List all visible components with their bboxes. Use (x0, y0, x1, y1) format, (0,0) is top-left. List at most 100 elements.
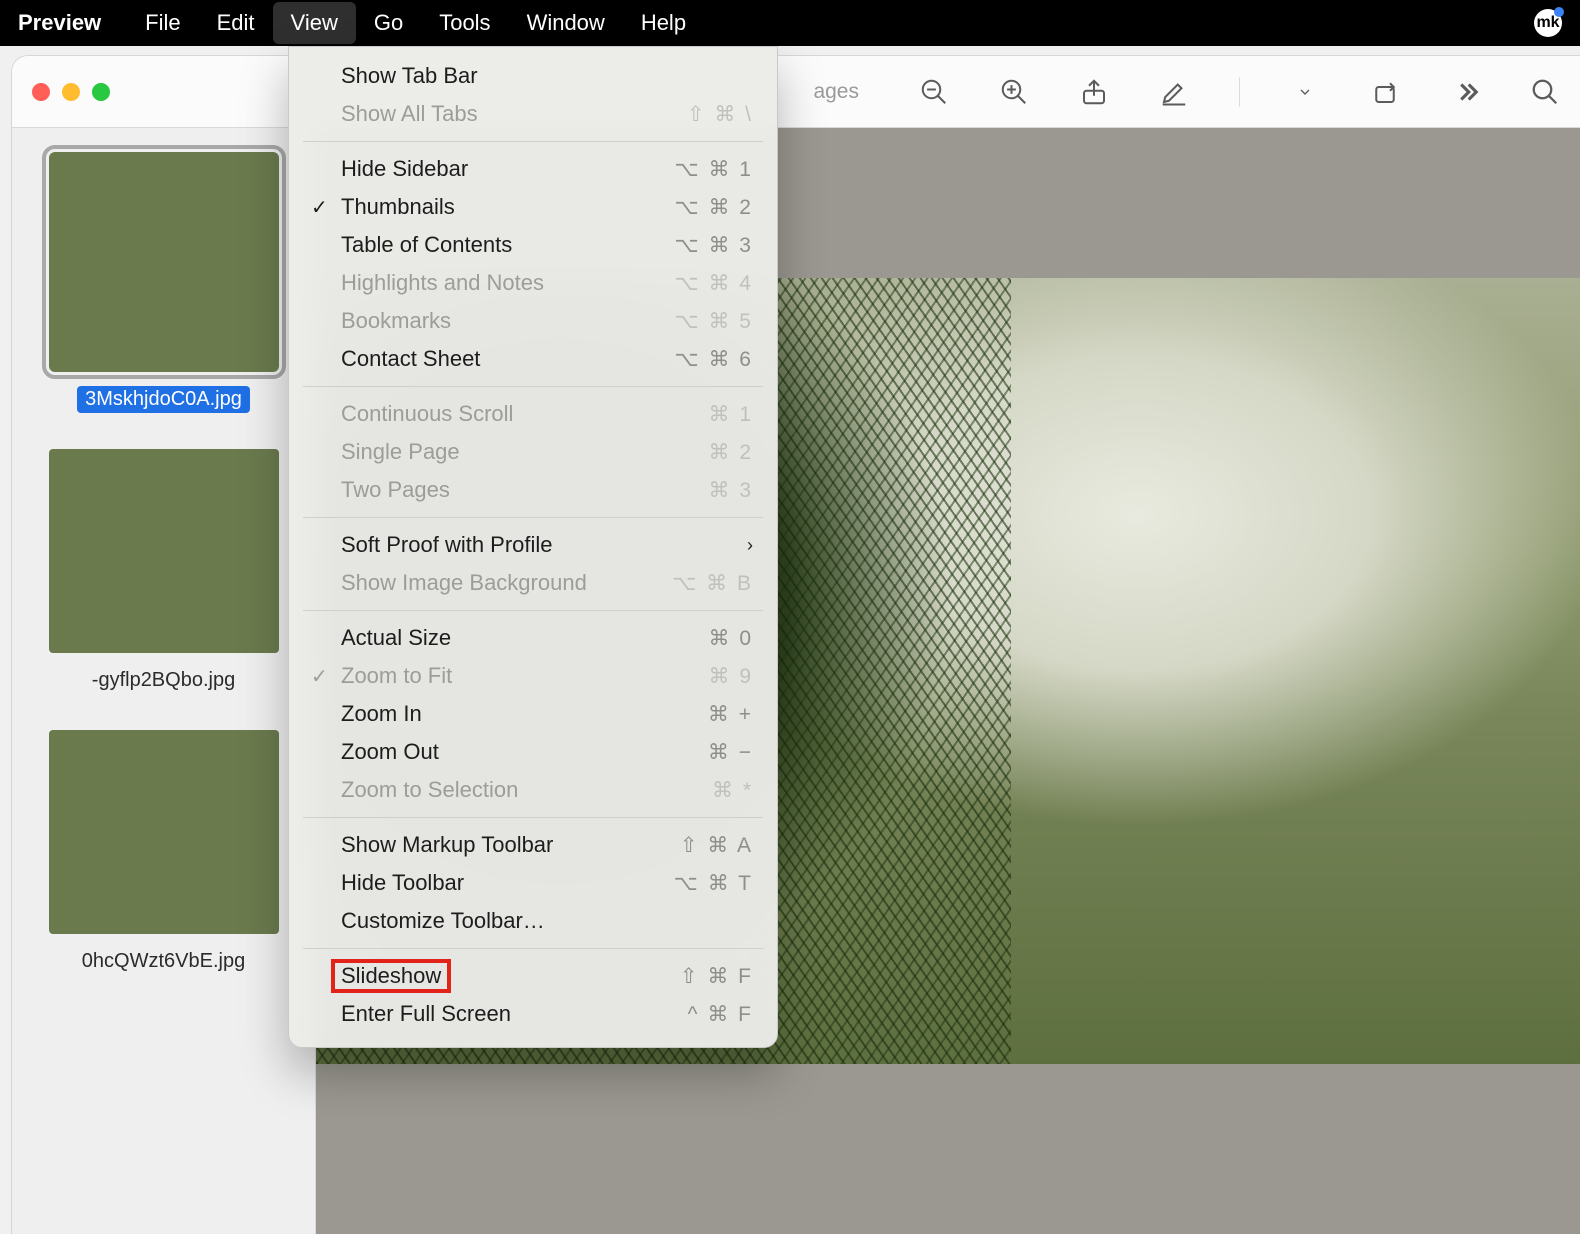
preview-window: ages (12, 56, 1580, 1234)
app-name: Preview (18, 10, 101, 36)
menu-shortcut: ⌥ ⌘ 1 (674, 157, 753, 182)
menu-option-label: Zoom to Fit (341, 663, 452, 689)
zoom-in-icon[interactable] (999, 77, 1029, 107)
menu-option-label: Zoom In (341, 701, 422, 727)
menu-separator (303, 817, 763, 818)
menu-option-label: Customize Toolbar… (341, 908, 545, 934)
menu-shortcut: ⌥ ⌘ 4 (674, 271, 753, 296)
menu-option-customize-toolbar[interactable]: Customize Toolbar… (289, 902, 777, 940)
thumbnail-image (49, 449, 279, 653)
menu-option-label: Hide Sidebar (341, 156, 468, 182)
menu-shortcut: ⌥ ⌘ 5 (674, 309, 753, 334)
minimize-window-button[interactable] (62, 83, 80, 101)
more-icon[interactable] (1450, 77, 1480, 107)
menu-option-label: Continuous Scroll (341, 401, 513, 427)
menu-option-label: Contact Sheet (341, 346, 480, 372)
menu-option-label: Enter Full Screen (341, 1001, 511, 1027)
menu-separator (303, 141, 763, 142)
menu-shortcut: ⌥ ⌘ 2 (674, 195, 753, 220)
menu-option-label: Bookmarks (341, 308, 451, 334)
menu-option-continuous-scroll: Continuous Scroll ⌘ 1 (289, 395, 777, 433)
menu-window[interactable]: Window (509, 2, 623, 44)
menu-option-bookmarks: Bookmarks ⌥ ⌘ 5 (289, 302, 777, 340)
toolbar-divider (1239, 77, 1240, 107)
zoom-out-icon[interactable] (919, 77, 949, 107)
menu-option-label: Actual Size (341, 625, 451, 651)
view-menu-dropdown: Show Tab Bar Show All Tabs⇧ ⌘ \ Hide Sideb… (288, 46, 778, 1048)
share-icon[interactable] (1079, 77, 1109, 107)
menu-separator (303, 517, 763, 518)
menu-shortcut: ⌘ − (708, 740, 753, 765)
window-subtitle: ages (813, 80, 859, 104)
menu-option-enter-full-screen[interactable]: Enter Full Screen ^ ⌘ F (289, 995, 777, 1033)
menu-file[interactable]: File (127, 2, 198, 44)
window-titlebar: ages (12, 56, 1580, 128)
thumbnail-image (49, 730, 279, 934)
thumbnail-caption: -gyflp2BQbo.jpg (84, 667, 243, 694)
chevron-right-icon: › (747, 535, 753, 556)
menu-shortcut: ⌘ 3 (708, 478, 753, 503)
menu-option-table-of-contents[interactable]: Table of Contents⌥ ⌘ 3 (289, 226, 777, 264)
menu-option-label: Two Pages (341, 477, 450, 503)
search-icon[interactable] (1530, 77, 1560, 107)
menu-option-label: Single Page (341, 439, 460, 465)
menu-option-label: Thumbnails (341, 194, 455, 220)
menu-option-contact-sheet[interactable]: Contact Sheet ⌥ ⌘ 6 (289, 340, 777, 378)
thumbnail-caption: 3MskhjdoC0A.jpg (77, 386, 250, 413)
menu-shortcut: ⌘ 0 (708, 626, 753, 651)
thumbnails-sidebar[interactable]: 3MskhjdoC0A.jpg -gyflp2BQbo.jpg 0hcQWzt6Vb… (12, 128, 316, 1234)
rotate-icon[interactable] (1370, 77, 1400, 107)
menu-option-zoom-out[interactable]: Zoom Out ⌘ − (289, 733, 777, 771)
menu-shortcut: ⇧ ⌘ F (680, 964, 753, 989)
thumbnail-image (49, 152, 279, 372)
thumbnail-item[interactable]: -gyflp2BQbo.jpg (28, 449, 299, 694)
menu-option-actual-size[interactable]: Actual Size ⌘ 0 (289, 619, 777, 657)
menu-option-single-page: Single Page ⌘ 2 (289, 433, 777, 471)
window-toolbar (919, 77, 1560, 107)
menu-items: FileEditViewGoToolsWindowHelp (127, 2, 704, 44)
thumbnail-item[interactable]: 0hcQWzt6VbE.jpg (28, 730, 299, 975)
menu-shortcut: ⌥ ⌘ 6 (674, 347, 753, 372)
menu-option-label: Slideshow (341, 963, 441, 989)
menu-option-show-all-tabs: Show All Tabs⇧ ⌘ \ (289, 95, 777, 133)
menu-option-thumbnails[interactable]: Thumbnails ⌥ ⌘ 2 (289, 188, 777, 226)
menu-option-soft-proof-with-profile[interactable]: Soft Proof with Profile› (289, 526, 777, 564)
menu-option-two-pages: Two Pages ⌘ 3 (289, 471, 777, 509)
menu-option-zoom-to-fit: Zoom to Fit ⌘ 9 (289, 657, 777, 695)
menu-option-hide-toolbar[interactable]: Hide Toolbar⌥ ⌘ T (289, 864, 777, 902)
menu-separator (303, 610, 763, 611)
menu-shortcut: ⌘ + (708, 702, 753, 727)
menu-option-zoom-in[interactable]: Zoom In ⌘ + (289, 695, 777, 733)
menu-option-label: Show Image Background (341, 570, 587, 596)
thumbnail-item[interactable]: 3MskhjdoC0A.jpg (28, 152, 299, 413)
menu-option-show-image-background: Show Image Background ⌥ ⌘ B (289, 564, 777, 602)
menu-option-label: Zoom Out (341, 739, 439, 765)
menu-option-label: Zoom to Selection (341, 777, 518, 803)
menu-option-label: Show Tab Bar (341, 63, 478, 89)
menu-separator (303, 948, 763, 949)
menu-go[interactable]: Go (356, 2, 421, 44)
zoom-window-button[interactable] (92, 83, 110, 101)
menu-shortcut: ⇧ ⌘ \ (687, 102, 753, 127)
menu-option-label: Show Markup Toolbar (341, 832, 553, 858)
menu-option-show-markup-toolbar[interactable]: Show Markup Toolbar⇧ ⌘ A (289, 826, 777, 864)
menu-shortcut: ^ ⌘ F (688, 1002, 753, 1027)
menu-shortcut: ⌥ ⌘ B (672, 571, 753, 596)
menu-option-hide-sidebar[interactable]: Hide Sidebar ⌥ ⌘ 1 (289, 150, 777, 188)
menu-option-label: Table of Contents (341, 232, 512, 258)
dropdown-chevron-icon[interactable] (1290, 77, 1320, 107)
menu-tools[interactable]: Tools (421, 2, 508, 44)
menu-shortcut: ⌘ 9 (708, 664, 753, 689)
menu-shortcut: ⌘ 1 (708, 402, 753, 427)
menu-shortcut: ⌘ 2 (708, 440, 753, 465)
menu-edit[interactable]: Edit (199, 2, 273, 44)
menu-view[interactable]: View (273, 2, 356, 44)
menu-option-slideshow[interactable]: Slideshow ⇧ ⌘ F (289, 957, 777, 995)
menu-option-zoom-to-selection: Zoom to Selection⌘ * (289, 771, 777, 809)
menu-help[interactable]: Help (623, 2, 704, 44)
mic-status-icon[interactable]: mk (1534, 9, 1562, 37)
menu-option-show-tab-bar[interactable]: Show Tab Bar (289, 57, 777, 95)
menu-option-label: Highlights and Notes (341, 270, 544, 296)
close-window-button[interactable] (32, 83, 50, 101)
markup-icon[interactable] (1159, 77, 1189, 107)
